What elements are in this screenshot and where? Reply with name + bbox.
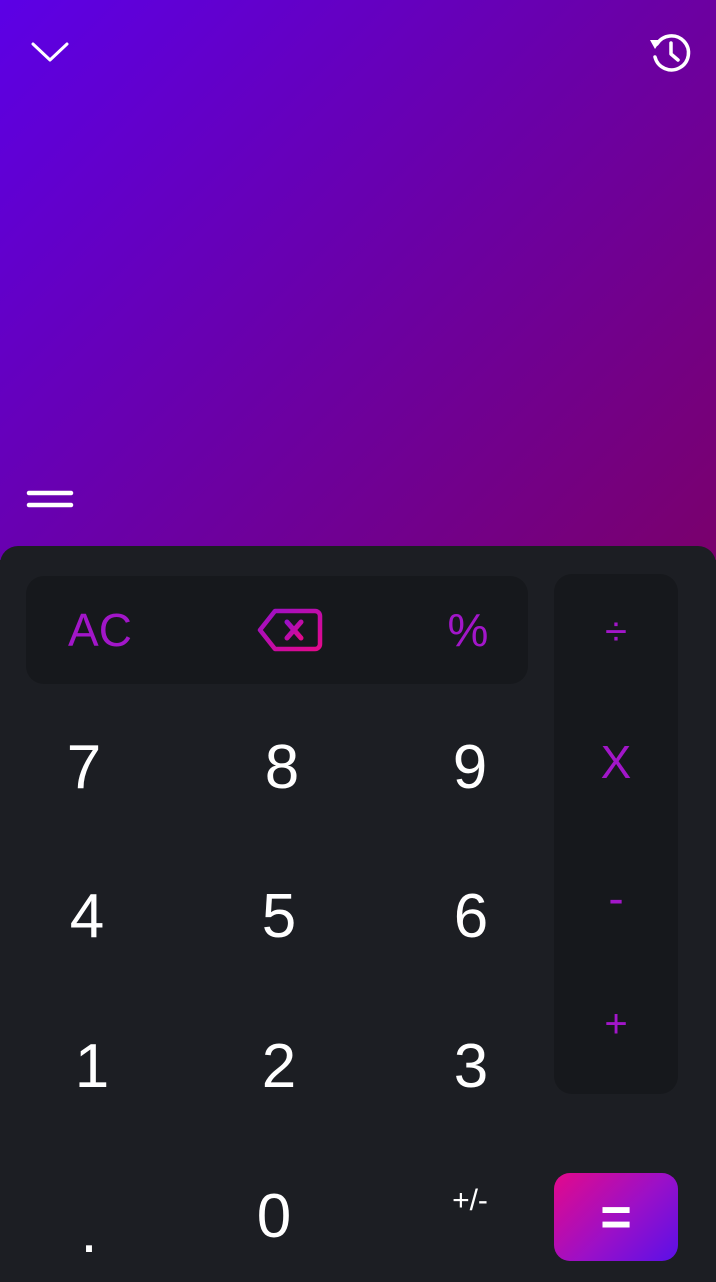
digit-7-button[interactable]: 7: [24, 712, 144, 822]
digit-8-button[interactable]: 8: [222, 712, 342, 822]
history-button[interactable]: [642, 24, 700, 82]
menu-icon: [26, 490, 74, 508]
history-icon: [650, 34, 691, 72]
percent-button[interactable]: %: [408, 580, 528, 680]
subtract-button[interactable]: -: [554, 848, 678, 948]
decimal-button[interactable]: .: [29, 1176, 149, 1282]
multiply-button[interactable]: X: [554, 712, 678, 812]
collapse-button[interactable]: [22, 24, 78, 80]
function-row: AC %: [26, 576, 528, 684]
menu-button[interactable]: [20, 474, 80, 524]
clear-button[interactable]: AC: [40, 580, 160, 680]
operator-column: ÷ X - +: [554, 574, 678, 1094]
keypad: AC % ÷ X - + 7 8 9 4 5 6 1 2 3 . 0 +/- =: [0, 546, 716, 1282]
digit-2-button[interactable]: 2: [219, 1011, 339, 1121]
sign-toggle-button[interactable]: +/-: [410, 1146, 530, 1256]
digit-0-button[interactable]: 0: [214, 1161, 334, 1271]
chevron-down-icon: [31, 42, 69, 62]
add-button[interactable]: +: [554, 974, 678, 1074]
calculator-screen: AC % ÷ X - + 7 8 9 4 5 6 1 2 3 . 0 +/- =: [0, 0, 716, 1282]
digit-3-button[interactable]: 3: [411, 1011, 531, 1121]
backspace-icon: [257, 608, 323, 652]
backspace-button[interactable]: [230, 580, 350, 680]
equals-button[interactable]: =: [554, 1173, 678, 1261]
display-area: [0, 0, 716, 560]
digit-5-button[interactable]: 5: [219, 861, 339, 971]
digit-9-button[interactable]: 9: [410, 712, 530, 822]
digit-4-button[interactable]: 4: [27, 861, 147, 971]
divide-button[interactable]: ÷: [554, 582, 678, 682]
digit-1-button[interactable]: 1: [32, 1011, 152, 1121]
digit-6-button[interactable]: 6: [411, 861, 531, 971]
